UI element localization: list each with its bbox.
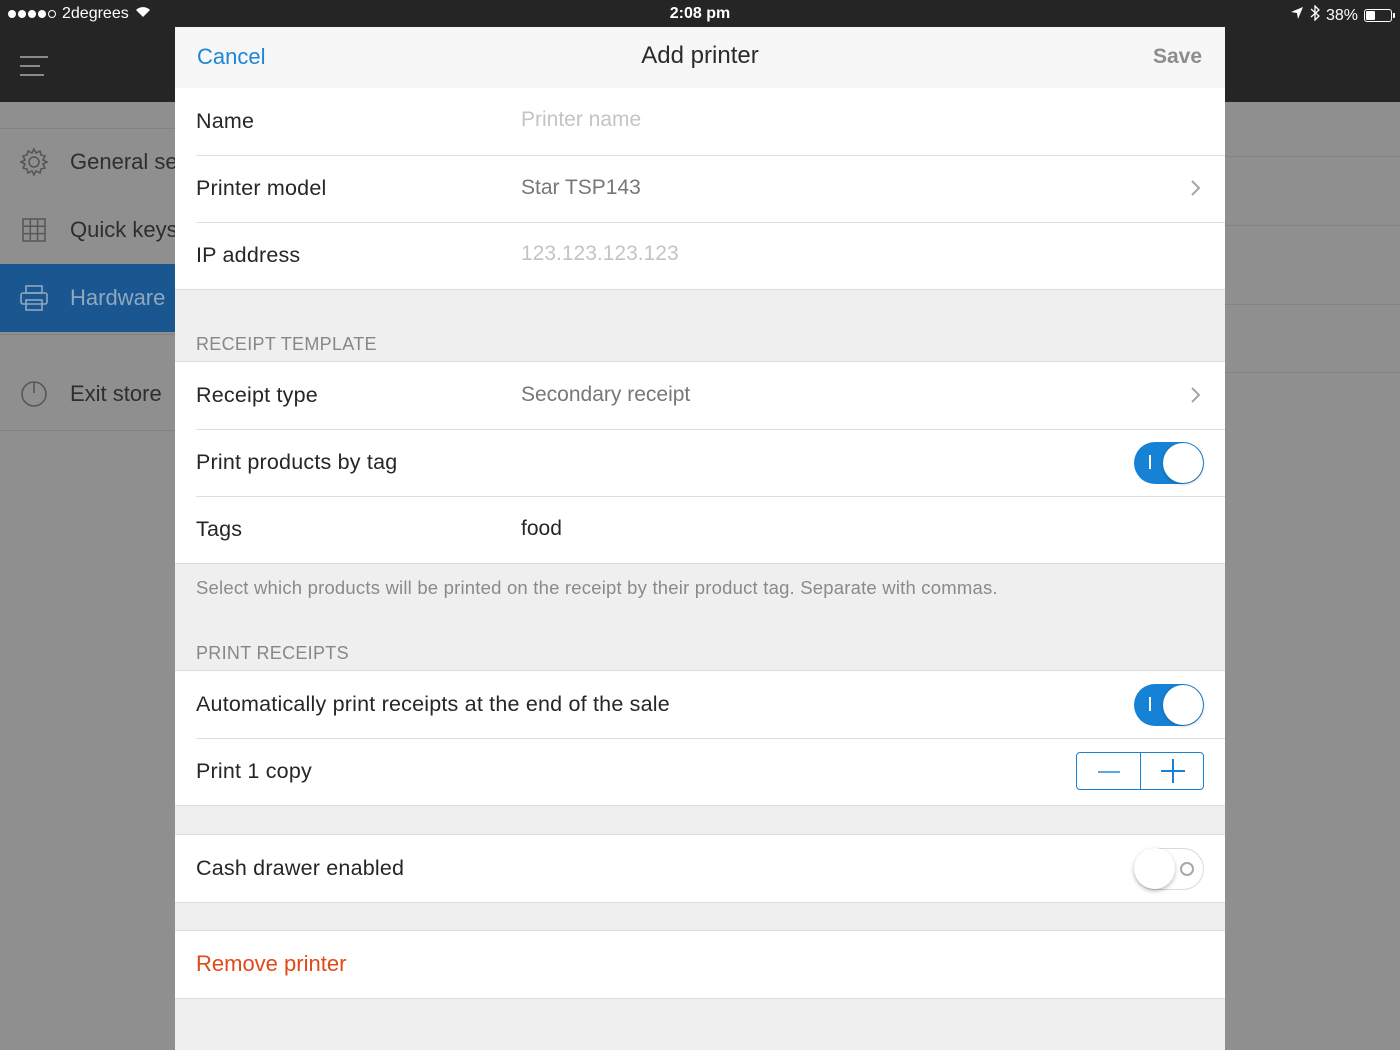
cash-drawer-row: Cash drawer enabled [175, 835, 1225, 902]
battery-icon [1364, 9, 1395, 22]
tags-help-text: Select which products will be printed on… [196, 577, 998, 598]
receipt-type-row[interactable]: Receipt type Secondary receipt [175, 362, 1225, 429]
increment-button[interactable] [1139, 753, 1204, 789]
auto-print-label: Automatically print receipts at the end … [196, 692, 670, 716]
sidebar-item-label: General settings [70, 149, 175, 174]
receipt-template-group: Receipt type Secondary receipt Print pro… [175, 361, 1225, 564]
copies-stepper[interactable] [1076, 752, 1204, 790]
ip-address-input[interactable] [521, 242, 1121, 266]
sidebar-item-label: Hardware [70, 285, 166, 310]
remove-printer-button[interactable]: Remove printer [196, 951, 346, 977]
battery-percent: 38% [1325, 6, 1358, 24]
printer-model-label: Printer model [196, 176, 327, 200]
copies-label: Print 1 copy [196, 759, 312, 783]
section-header-print-receipts: PRINT RECEIPTS [196, 643, 349, 663]
tags-label: Tags [196, 517, 243, 541]
sidebar-item-exit-store[interactable]: Exit store [0, 360, 175, 428]
gear-icon [18, 146, 50, 178]
ip-address-row: IP address [175, 222, 1225, 289]
location-icon [1290, 6, 1304, 25]
printer-name-input[interactable] [521, 108, 1121, 132]
menu-icon[interactable] [20, 56, 48, 83]
auto-print-row: Automatically print receipts at the end … [175, 671, 1225, 738]
sidebar-item-quick-keys[interactable]: Quick keys [0, 196, 175, 264]
receipt-type-value: Secondary receipt [521, 383, 691, 406]
power-icon [18, 378, 50, 410]
printer-info-group: Name Printer model Star TSP143 IP addres… [175, 88, 1225, 290]
printer-model-row[interactable]: Printer model Star TSP143 [175, 155, 1225, 222]
receipt-type-label: Receipt type [196, 383, 318, 407]
tags-row: Tags food [175, 496, 1225, 563]
divider [1225, 304, 1400, 305]
cash-drawer-group: Cash drawer enabled [175, 834, 1225, 903]
remove-printer-row: Remove printer [175, 931, 1225, 998]
minus-icon [1098, 771, 1120, 773]
save-button[interactable]: Save [1153, 45, 1202, 69]
cash-drawer-label: Cash drawer enabled [196, 856, 405, 880]
tags-input[interactable]: food [521, 517, 562, 541]
cash-drawer-toggle[interactable] [1134, 848, 1204, 890]
status-bar: 2degrees 2:08 pm 38% [0, 0, 1400, 27]
chevron-right-icon [1191, 180, 1201, 196]
print-by-tag-label: Print products by tag [196, 450, 398, 474]
sidebar-item-label: Exit store [70, 381, 162, 406]
section-header-receipt-template: RECEIPT TEMPLATE [196, 334, 377, 354]
printer-icon [18, 282, 50, 314]
grid-icon [18, 214, 50, 246]
sidebar-item-general-settings[interactable]: General settings [0, 128, 175, 196]
name-label: Name [196, 109, 255, 133]
add-printer-modal: Cancel Add printer Save Name Printer mod… [175, 27, 1225, 1050]
chevron-right-icon [1191, 387, 1201, 403]
modal-title: Add printer [641, 42, 759, 69]
printer-model-value: Star TSP143 [521, 176, 641, 199]
divider [0, 334, 175, 335]
auto-print-toggle[interactable] [1134, 684, 1204, 726]
remove-printer-group: Remove printer [175, 930, 1225, 999]
print-by-tag-row: Print products by tag [175, 429, 1225, 496]
sidebar-item-hardware[interactable]: Hardware [0, 264, 175, 332]
sidebar-item-label: Quick keys [70, 217, 175, 242]
divider [1225, 372, 1400, 373]
divider [0, 430, 175, 431]
ip-address-label: IP address [196, 243, 301, 267]
name-row: Name [175, 88, 1225, 155]
divider [1225, 225, 1400, 226]
copies-row: Print 1 copy [175, 738, 1225, 805]
bluetooth-icon [1310, 4, 1320, 26]
status-time: 2:08 pm [669, 5, 731, 22]
modal-nav-bar: Cancel Add printer Save [175, 27, 1225, 89]
divider [1225, 156, 1400, 157]
decrement-button[interactable] [1077, 753, 1140, 789]
print-by-tag-toggle[interactable] [1134, 442, 1204, 484]
sidebar: General settings Quick keys Hardware [0, 128, 175, 428]
print-receipts-group: Automatically print receipts at the end … [175, 670, 1225, 806]
